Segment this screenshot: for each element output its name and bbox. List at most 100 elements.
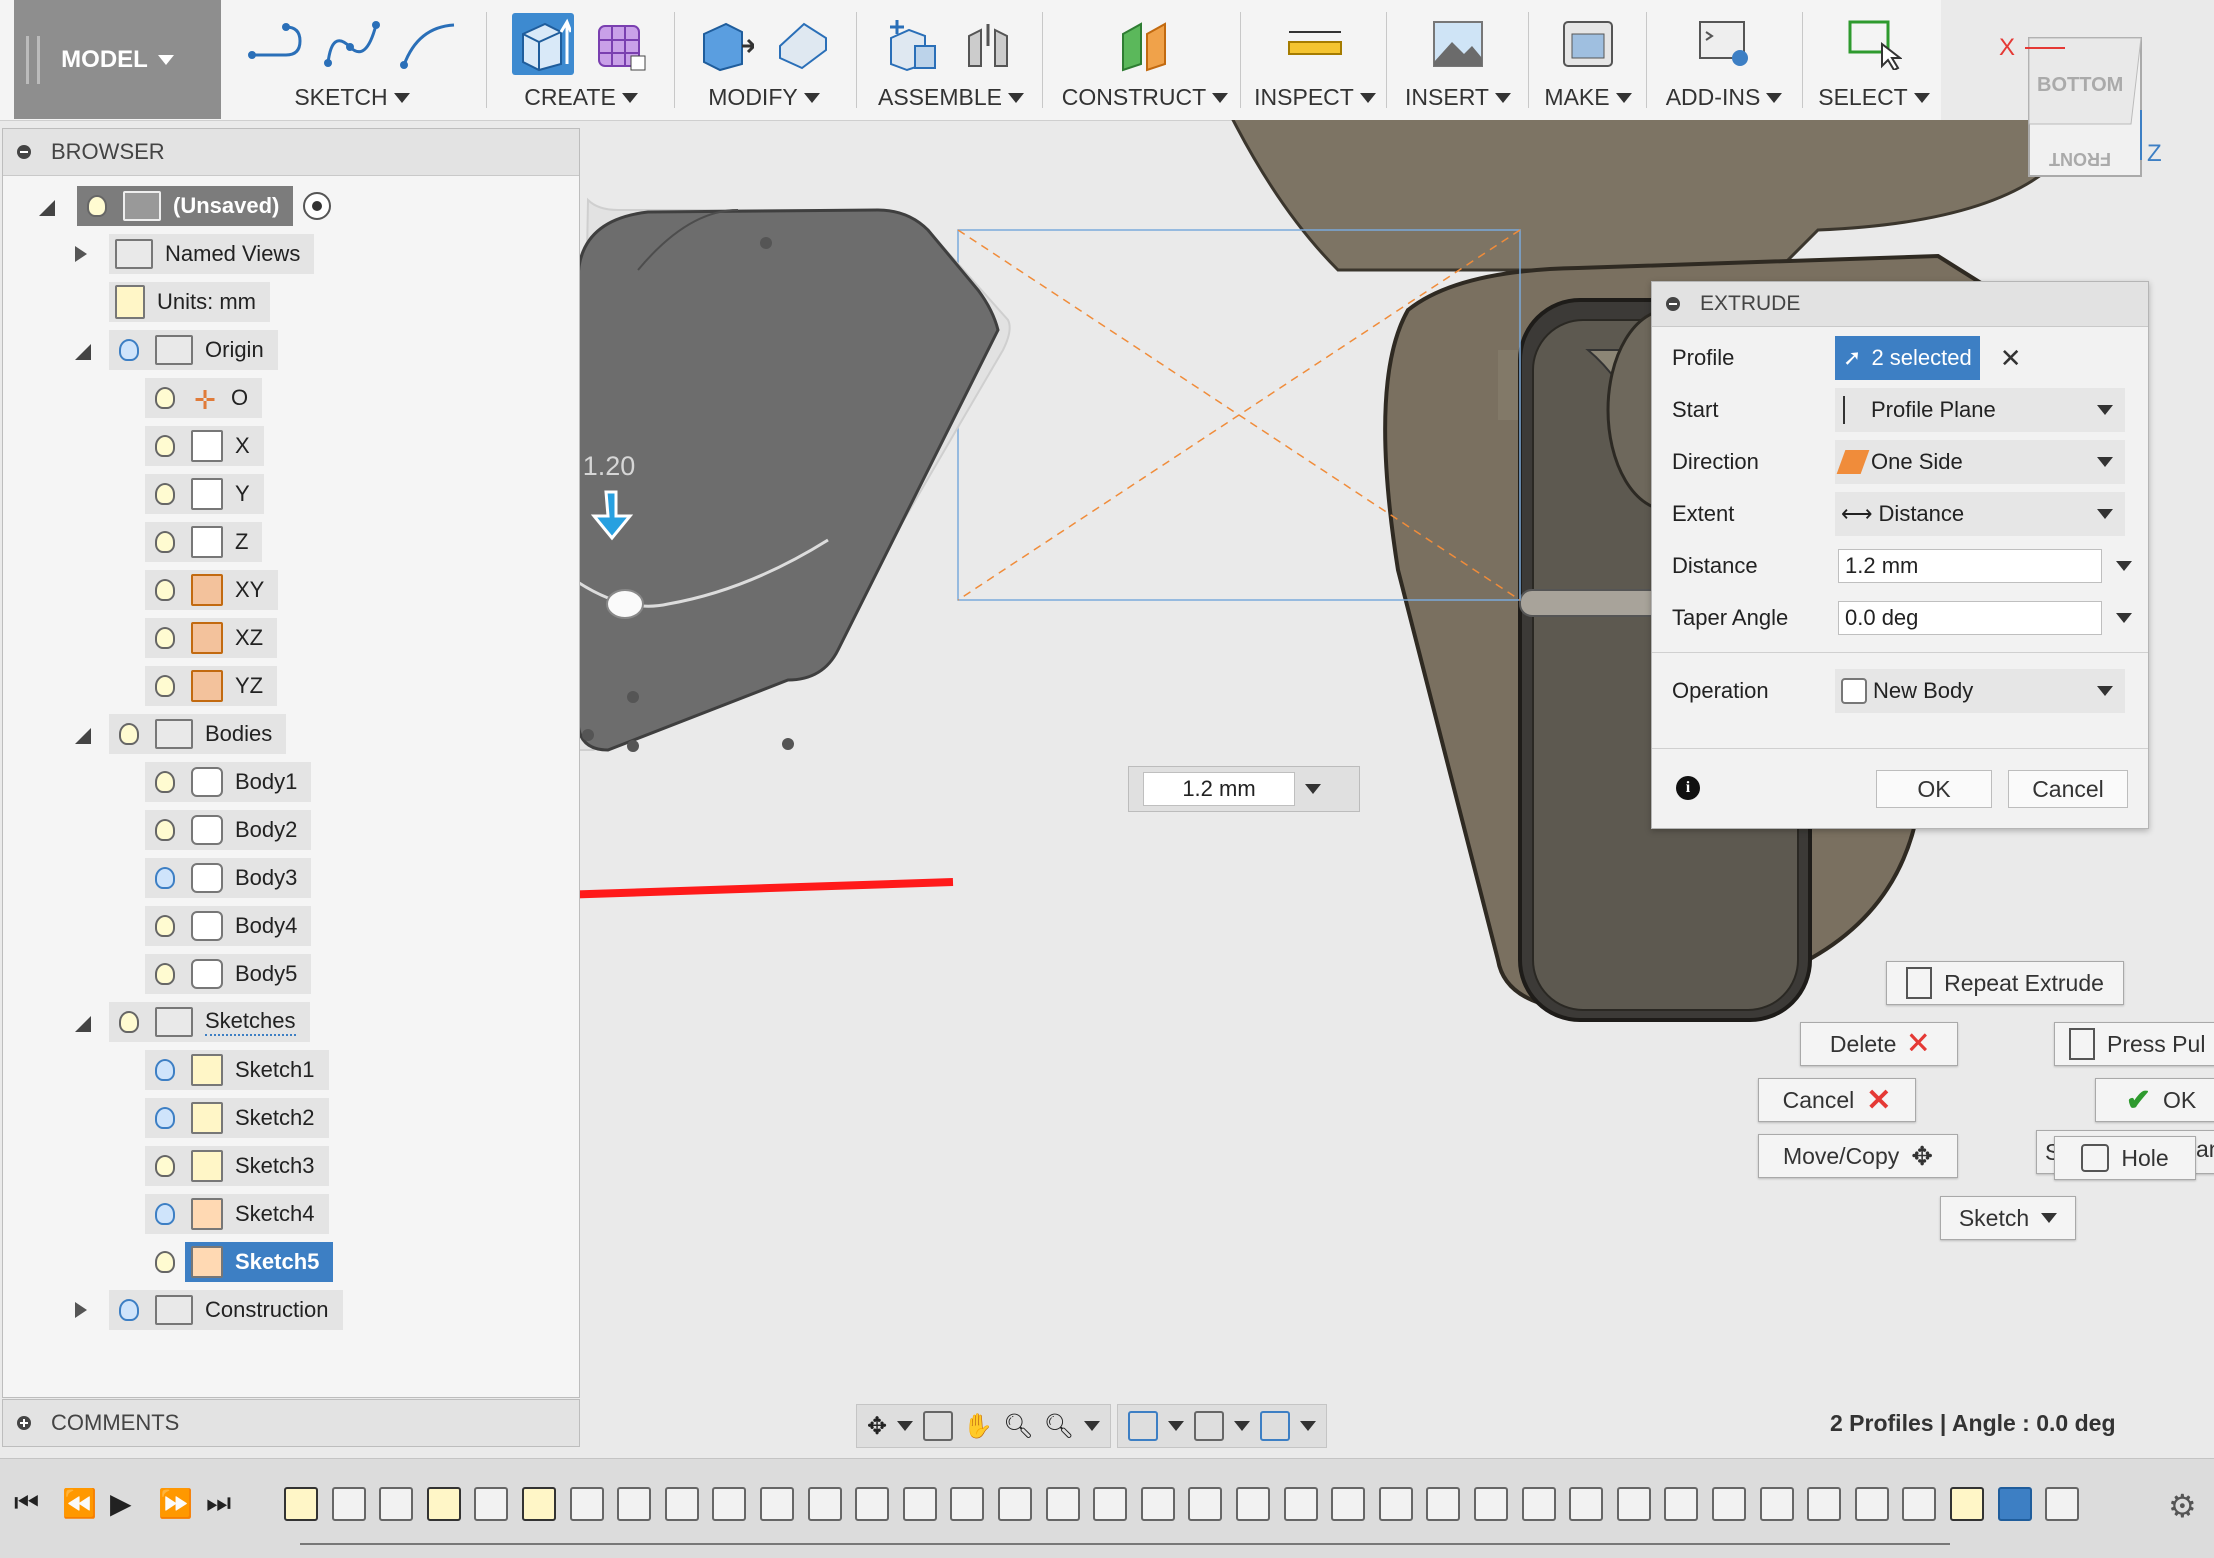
timeline-next-icon[interactable]: ⏩ bbox=[158, 1487, 193, 1520]
line-tool-icon[interactable] bbox=[245, 13, 307, 75]
visibility-bulb-icon[interactable] bbox=[151, 1247, 179, 1277]
timeline-feature[interactable] bbox=[998, 1487, 1032, 1521]
visibility-bulb-icon[interactable] bbox=[115, 1007, 143, 1037]
angle-manipulator-handle[interactable] bbox=[606, 589, 644, 619]
timeline-feature[interactable] bbox=[1902, 1487, 1937, 1521]
start-dropdown[interactable]: Profile Plane bbox=[1835, 388, 2125, 432]
sketch-item[interactable]: Sketch3 bbox=[145, 1146, 329, 1186]
extent-dropdown[interactable]: ⟷ Distance bbox=[1835, 492, 2125, 536]
origin-item[interactable]: ✛ O bbox=[145, 378, 263, 418]
sketch-item[interactable]: Sketch4 bbox=[145, 1194, 329, 1234]
info-icon[interactable]: i bbox=[1676, 776, 1700, 800]
extrude-cancel-button[interactable]: Cancel bbox=[2008, 770, 2128, 808]
tree-units[interactable]: Units: mm bbox=[109, 282, 270, 322]
chevron-down-icon[interactable] bbox=[1167, 1421, 1184, 1431]
view-cube-front-label[interactable]: FRONT bbox=[2049, 148, 2111, 169]
taper-angle-input[interactable]: 0.0 deg bbox=[1838, 601, 2102, 635]
visibility-bulb-icon[interactable] bbox=[83, 191, 111, 221]
visibility-bulb-icon[interactable] bbox=[151, 815, 179, 845]
chevron-down-icon[interactable] bbox=[1305, 784, 1321, 794]
fit-icon[interactable]: 🔍︎ bbox=[1043, 1412, 1073, 1441]
operation-dropdown[interactable]: New Body bbox=[1835, 669, 2125, 713]
extrude-tool-icon[interactable] bbox=[512, 13, 574, 75]
visibility-bulb-icon[interactable] bbox=[115, 719, 143, 749]
direction-dropdown[interactable]: One Side bbox=[1835, 440, 2125, 484]
timeline-feature[interactable] bbox=[1521, 1487, 1556, 1521]
sketch-item[interactable]: Sketch1 bbox=[145, 1050, 329, 1090]
visibility-bulb-icon[interactable] bbox=[151, 911, 179, 941]
timeline-feature[interactable] bbox=[1426, 1487, 1461, 1521]
inspect-menu[interactable]: INSPECT bbox=[1250, 0, 1380, 119]
body-item[interactable]: Body3 bbox=[145, 858, 312, 898]
timeline-feature[interactable] bbox=[1854, 1487, 1889, 1521]
timeline-feature[interactable] bbox=[1140, 1487, 1175, 1521]
new-component-icon[interactable] bbox=[882, 13, 944, 75]
body-item[interactable]: Body5 bbox=[145, 954, 312, 994]
timeline-feature[interactable] bbox=[1378, 1487, 1413, 1521]
named-views-node[interactable]: Named Views bbox=[109, 234, 315, 274]
tree-sketches[interactable]: Sketches bbox=[75, 1002, 310, 1042]
body-item[interactable]: Body2 bbox=[145, 810, 312, 850]
timeline-feature[interactable] bbox=[950, 1487, 985, 1521]
timeline-feature[interactable] bbox=[1759, 1487, 1794, 1521]
pan-hand-icon[interactable]: ✋ bbox=[963, 1412, 993, 1441]
sketches-node[interactable]: Sketches bbox=[109, 1002, 310, 1042]
sketch5-node[interactable]: Sketch5 bbox=[185, 1242, 334, 1282]
timeline-feature[interactable] bbox=[1331, 1487, 1366, 1521]
tree-origin[interactable]: Origin bbox=[75, 330, 278, 370]
toolbar-grip[interactable] bbox=[26, 36, 40, 84]
chevron-down-icon[interactable] bbox=[1083, 1421, 1100, 1431]
press-pull-icon[interactable] bbox=[695, 13, 757, 75]
timeline-feature[interactable] bbox=[1664, 1487, 1699, 1521]
timeline-feature[interactable] bbox=[902, 1487, 937, 1521]
timeline-feature[interactable] bbox=[379, 1487, 414, 1521]
visibility-bulb-icon[interactable] bbox=[151, 623, 179, 653]
assemble-menu[interactable]: ASSEMBLE bbox=[866, 0, 1036, 119]
expand-triangle-icon[interactable] bbox=[75, 1016, 91, 1032]
browser-header[interactable]: BROWSER bbox=[3, 129, 579, 176]
repeat-extrude-button[interactable]: Repeat Extrude bbox=[1886, 961, 2124, 1005]
visibility-bulb-icon[interactable] bbox=[115, 335, 143, 365]
insert-image-icon[interactable] bbox=[1427, 13, 1489, 75]
view-cube-bottom-label[interactable]: BOTTOM bbox=[2037, 74, 2123, 97]
ok-button[interactable]: ✔ OK bbox=[2095, 1078, 2214, 1122]
scripts-icon[interactable] bbox=[1693, 13, 1755, 75]
timeline-feature[interactable] bbox=[569, 1487, 604, 1521]
origin-item[interactable]: X bbox=[145, 426, 264, 466]
timeline-last-icon[interactable]: ⏭ bbox=[206, 1487, 231, 1520]
clear-selection-icon[interactable]: ✕ bbox=[2000, 343, 2022, 374]
selected-profile[interactable] bbox=[578, 208, 1000, 752]
timeline-feature[interactable] bbox=[1807, 1487, 1842, 1521]
visibility-bulb-icon[interactable] bbox=[151, 1055, 179, 1085]
tree-named-views[interactable]: Named Views bbox=[75, 234, 315, 274]
look-at-icon[interactable] bbox=[923, 1411, 954, 1441]
timeline-feature[interactable] bbox=[1236, 1487, 1270, 1521]
extrude-dialog-header[interactable]: EXTRUDE bbox=[1652, 282, 2148, 327]
timeline-feature[interactable] bbox=[2045, 1487, 2080, 1521]
timeline-sketch-feature[interactable] bbox=[522, 1487, 556, 1521]
visibility-bulb-icon[interactable] bbox=[151, 671, 179, 701]
origin-item[interactable]: XZ bbox=[145, 618, 278, 658]
timeline-feature[interactable] bbox=[331, 1487, 366, 1521]
timeline-feature[interactable] bbox=[617, 1487, 652, 1521]
body-item[interactable]: Body4 bbox=[145, 906, 312, 946]
viewports-icon[interactable] bbox=[1259, 1411, 1290, 1441]
timeline-feature[interactable] bbox=[1616, 1487, 1651, 1521]
select-cursor-icon[interactable] bbox=[1843, 13, 1905, 75]
move-copy-button[interactable]: Move/Copy ✥ bbox=[1758, 1134, 1958, 1178]
visibility-bulb-icon[interactable] bbox=[151, 1103, 179, 1133]
timeline-feature[interactable] bbox=[807, 1487, 842, 1521]
addins-menu[interactable]: ADD-INS bbox=[1656, 0, 1792, 119]
timeline-sketch-feature[interactable] bbox=[1950, 1487, 1984, 1521]
floating-distance-input[interactable]: 1.2 mm bbox=[1143, 772, 1295, 806]
form-tool-icon[interactable] bbox=[588, 13, 650, 75]
measure-icon[interactable] bbox=[1284, 13, 1346, 75]
profile-selection-button[interactable]: ➚ 2 selected bbox=[1835, 336, 1980, 380]
spline-tool-icon[interactable] bbox=[321, 13, 383, 75]
delete-button[interactable]: Delete 🗙 bbox=[1800, 1022, 1958, 1066]
construct-menu[interactable]: CONSTRUCT bbox=[1052, 0, 1238, 119]
expand-triangle-icon[interactable] bbox=[75, 728, 91, 744]
browser-root[interactable]: (Unsaved) bbox=[35, 186, 332, 226]
offset-plane-icon[interactable] bbox=[1114, 13, 1176, 75]
timeline-feature[interactable] bbox=[474, 1487, 509, 1521]
